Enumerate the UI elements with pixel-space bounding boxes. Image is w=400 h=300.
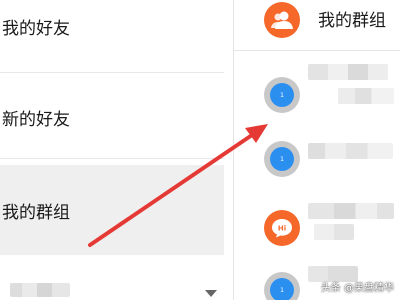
group-people-icon	[264, 2, 300, 38]
menu-item-label: 新的好友	[2, 110, 70, 130]
menu-item-my-groups[interactable]: 我的群组	[0, 165, 224, 255]
divider	[0, 158, 224, 159]
group-avatar-badge: 1	[270, 83, 294, 107]
groups-panel: 我的群组 1 1 Hi 1 头条 @果盘精华	[234, 0, 400, 300]
group-avatar[interactable]: 1	[264, 141, 300, 177]
blurred-group-name	[308, 203, 394, 219]
blurred-text	[10, 283, 70, 297]
divider	[0, 72, 224, 73]
menu-item-label: 我的好友	[2, 18, 70, 39]
blurred-group-name	[308, 143, 393, 159]
watermark: 头条 @果盘精华	[320, 283, 394, 294]
groups-title: 我的群组	[318, 11, 386, 31]
group-avatar-badge: 1	[270, 147, 294, 171]
contacts-menu: 我的好友 新的好友 我的群组	[0, 0, 224, 300]
group-avatar-badge: 1	[270, 278, 294, 300]
menu-item-new-friends[interactable]: 新的好友	[0, 80, 224, 155]
chat-bubble-icon: Hi	[272, 219, 292, 238]
blurred-group-name	[314, 224, 354, 240]
app-window: 我的好友 新的好友 我的群组 我的群组 1 1 Hi 1 头条 @果盘精华	[0, 0, 400, 300]
menu-item-my-friends[interactable]: 我的好友	[0, 0, 224, 52]
people-icon	[271, 11, 293, 29]
group-avatar-badge: Hi	[278, 225, 286, 233]
group-avatar[interactable]: 1	[264, 272, 300, 300]
group-avatar[interactable]: 1	[264, 77, 300, 113]
group-avatar[interactable]: Hi	[264, 210, 300, 246]
menu-item-label: 我的群组	[2, 202, 70, 223]
blurred-group-name	[308, 64, 388, 80]
blurred-group-name	[338, 88, 394, 104]
groups-header[interactable]: 我的群组	[234, 0, 400, 51]
chevron-down-icon[interactable]	[205, 290, 217, 297]
